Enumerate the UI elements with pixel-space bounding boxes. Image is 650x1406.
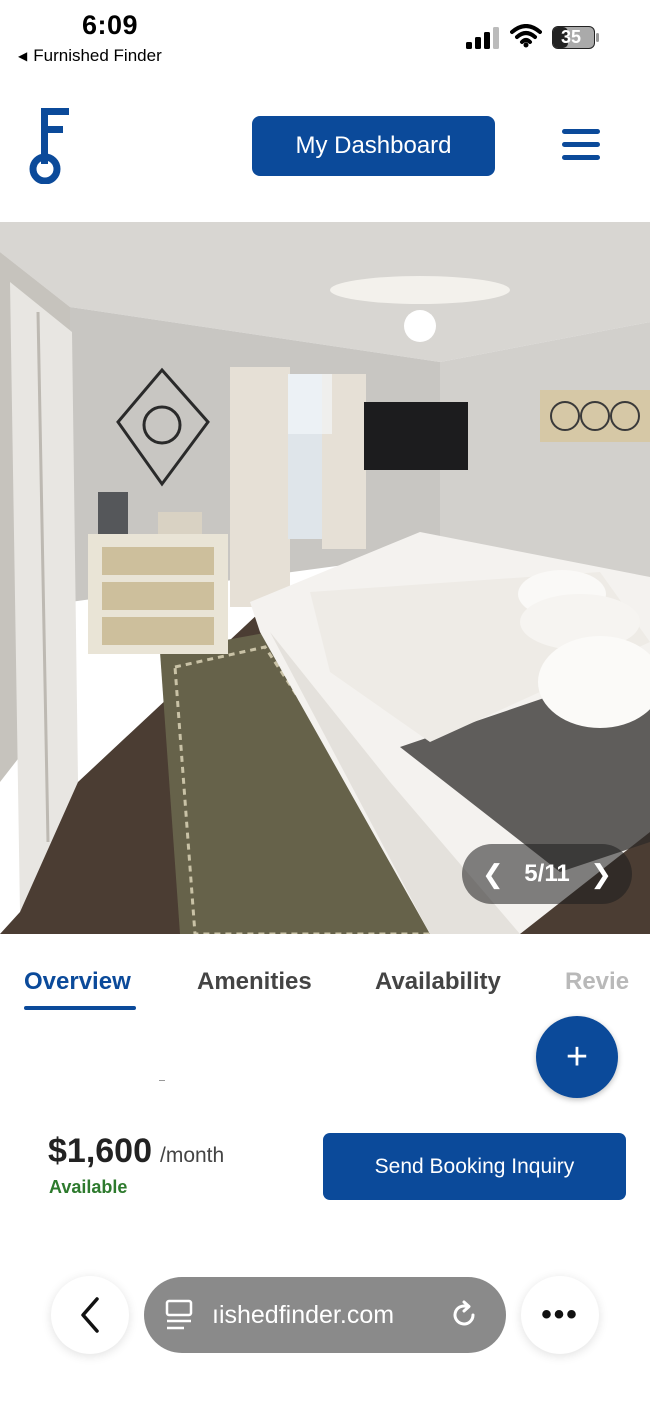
cellular-signal-icon xyxy=(466,27,499,49)
tab-reviews[interactable]: Revie xyxy=(565,968,629,996)
reader-view-icon[interactable] xyxy=(164,1298,194,1332)
furnished-finder-logo-icon[interactable] xyxy=(28,108,72,184)
more-options-icon[interactable]: ••• xyxy=(521,1276,599,1354)
battery-icon: 35 xyxy=(552,26,600,49)
send-booking-inquiry-button[interactable]: Send Booking Inquiry xyxy=(323,1133,626,1200)
listing-tabs: Overview Amenities Availability Revie xyxy=(0,958,650,1018)
my-dashboard-button[interactable]: My Dashboard xyxy=(252,116,495,176)
back-to-app-link[interactable]: ◀ Furnished Finder xyxy=(18,46,162,66)
url-text[interactable]: ıishedfinder.com xyxy=(212,1301,444,1330)
tab-active-indicator xyxy=(24,1006,136,1010)
chevron-right-icon[interactable]: ❯ xyxy=(590,859,612,890)
tab-amenities[interactable]: Amenities xyxy=(197,968,312,996)
availability-status: Available xyxy=(49,1177,128,1197)
browser-toolbar: ıishedfinder.com ••• xyxy=(0,1260,650,1406)
price-amount: $1,600 xyxy=(48,1132,152,1170)
photo-counter-text: 5/11 xyxy=(524,860,570,887)
app-header: My Dashboard xyxy=(0,72,650,222)
address-bar[interactable]: ıishedfinder.com xyxy=(144,1277,506,1353)
chevron-left-icon xyxy=(81,1297,99,1333)
price-period: /month xyxy=(160,1144,225,1167)
browser-back-button[interactable] xyxy=(51,1276,129,1354)
hamburger-menu-icon[interactable] xyxy=(562,129,600,161)
price-block: $1,600 /month xyxy=(48,1132,224,1171)
tab-availability[interactable]: Availability xyxy=(375,968,501,996)
listing-photo[interactable]: ❮ 5/11 ❯ xyxy=(0,222,650,934)
divider-mark xyxy=(159,1080,165,1081)
add-floating-button[interactable]: + xyxy=(536,1016,618,1098)
battery-level: 35 xyxy=(561,27,582,47)
bedroom-photo-image xyxy=(0,222,650,934)
status-time: 6:09 xyxy=(82,10,139,40)
back-app-label: Furnished Finder xyxy=(33,46,162,65)
wifi-icon xyxy=(510,24,542,48)
status-bar: 6:09 ◀ Furnished Finder 35 xyxy=(0,0,650,72)
back-triangle-icon: ◀ xyxy=(18,49,28,63)
plus-icon: + xyxy=(565,1035,589,1078)
reload-icon[interactable] xyxy=(448,1299,480,1331)
photo-counter: ❮ 5/11 ❯ xyxy=(462,844,632,904)
chevron-left-icon[interactable]: ❮ xyxy=(482,859,504,890)
tab-overview[interactable]: Overview xyxy=(24,968,131,996)
